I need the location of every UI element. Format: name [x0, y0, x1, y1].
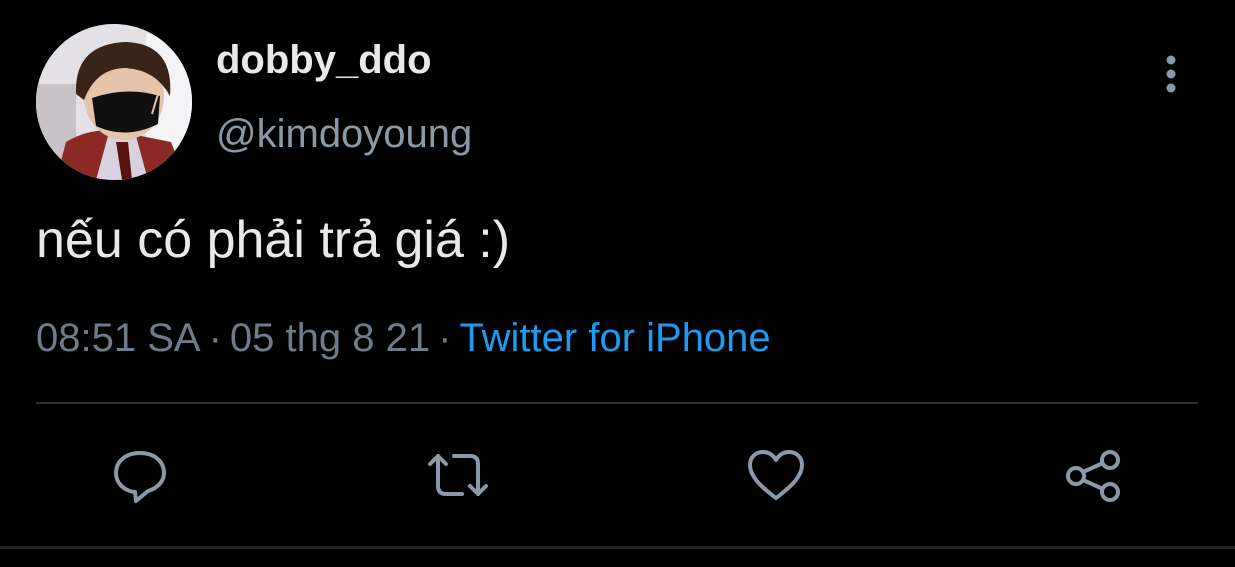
display-name[interactable]: dobby_ddo	[216, 38, 432, 83]
meta-separator: ·	[208, 316, 222, 360]
avatar-photo	[36, 24, 192, 180]
reply-button[interactable]	[110, 446, 170, 506]
tweet-text: nếu có phải trả giá :)	[36, 211, 511, 269]
more-vertical-icon	[1166, 55, 1176, 93]
tweet-detail: dobby_ddo @kimdoyoung nếu có phải trả gi…	[0, 0, 1235, 567]
tweet-meta: 08:51 SA · 05 thg 8 21 · Twitter for iPhone	[36, 316, 771, 361]
reply-icon	[114, 451, 166, 503]
divider	[36, 402, 1198, 404]
bottom-divider	[0, 546, 1235, 549]
tweet-date: 05 thg 8 21	[229, 316, 431, 360]
share-icon	[1066, 450, 1120, 502]
tweet-source-link[interactable]: Twitter for iPhone	[459, 316, 770, 360]
retweet-icon	[428, 454, 488, 496]
heart-icon	[748, 450, 804, 500]
tweet-time: 08:51 SA	[36, 316, 201, 360]
share-button[interactable]	[1064, 446, 1124, 506]
more-options-button[interactable]	[1150, 52, 1192, 96]
like-button[interactable]	[746, 446, 806, 506]
retweet-button[interactable]	[428, 446, 488, 506]
user-handle[interactable]: @kimdoyoung	[216, 112, 472, 157]
avatar[interactable]	[36, 24, 192, 180]
meta-separator: ·	[438, 316, 452, 360]
